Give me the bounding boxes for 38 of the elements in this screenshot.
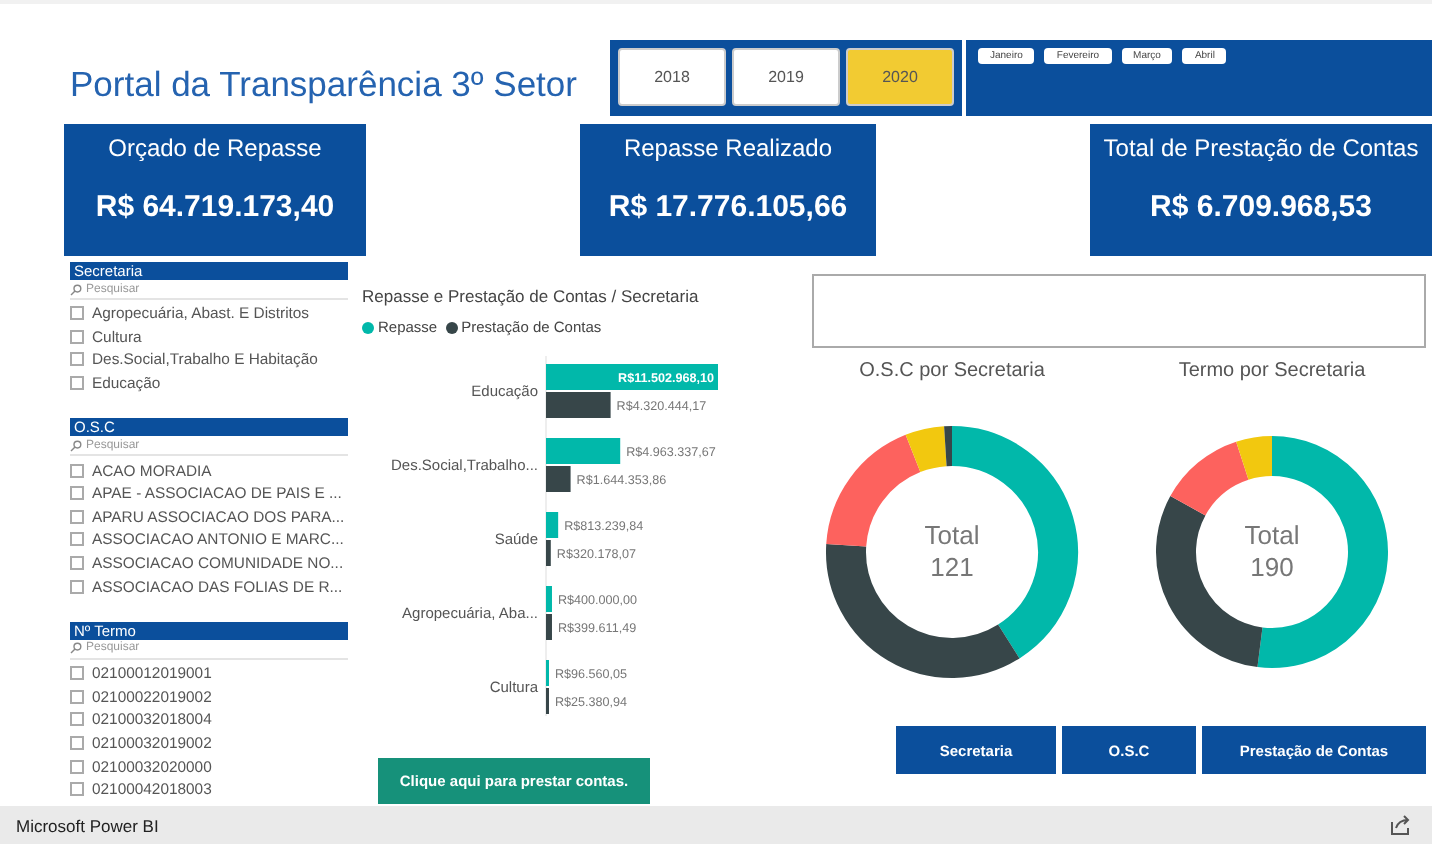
total-value: 121 (930, 552, 974, 584)
checkbox[interactable] (70, 532, 84, 547)
kpi-title: Total de Prestação de Contas (1103, 134, 1419, 162)
checkbox[interactable] (70, 486, 84, 501)
checkbox[interactable] (70, 376, 84, 391)
year-button[interactable]: 2018 (618, 48, 726, 106)
search-icon (70, 439, 82, 452)
share-icon[interactable] (1390, 814, 1412, 836)
donut-title: Termo por Secretaria (1178, 360, 1366, 382)
year-button[interactable]: 2020 (846, 48, 954, 106)
checkbox[interactable] (70, 306, 84, 321)
checkbox[interactable] (70, 579, 84, 594)
checkbox[interactable] (70, 689, 84, 704)
report-title: Portal da Transparência 3º Setor (68, 62, 579, 106)
app-name: Microsoft Power BI (16, 815, 159, 835)
year-button[interactable]: 2019 (732, 48, 840, 106)
checkbox[interactable] (70, 759, 84, 774)
checkbox[interactable] (70, 463, 84, 478)
kpi-value: R$ 17.776.105,66 (608, 190, 848, 224)
checkbox[interactable] (70, 736, 84, 751)
checkbox[interactable] (70, 712, 84, 727)
search-icon (70, 283, 82, 295)
checkbox[interactable] (70, 782, 84, 797)
total-label: Total (924, 520, 980, 552)
total-label: Total (1244, 520, 1300, 552)
kpi-title: Repasse Realizado (623, 134, 833, 162)
checkbox[interactable] (70, 556, 84, 571)
kpi-title: Orçado de Repasse (108, 134, 322, 162)
checkbox[interactable] (70, 329, 84, 344)
kpi-value: R$ 64.719.173,40 (95, 190, 335, 224)
search-icon (70, 642, 82, 655)
checkbox[interactable] (70, 666, 84, 681)
chart-title: Repasse e Prestação de Contas / Secretaria (362, 286, 701, 306)
total-value: 190 (1250, 552, 1294, 584)
kpi-value: R$ 6.709.968,53 (1150, 190, 1372, 224)
donut-title: O.S.C por Secretaria (859, 360, 1045, 382)
checkbox[interactable] (70, 352, 84, 367)
checkbox[interactable] (70, 509, 84, 524)
